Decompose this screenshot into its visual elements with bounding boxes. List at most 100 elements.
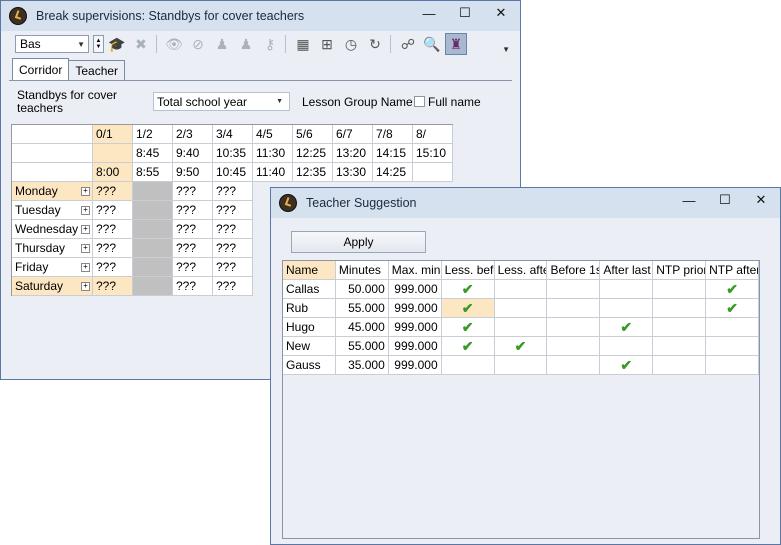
calculator-icon[interactable]: ▦	[292, 33, 314, 55]
period-combo[interactable]: Total school year ▼	[153, 92, 290, 111]
column-header-ntp-after[interactable]: NTP after	[706, 261, 760, 280]
day-label[interactable]: Tuesday +	[12, 201, 93, 220]
supervision-cell[interactable]: ???	[213, 258, 253, 277]
crop-icon[interactable]: ⊞	[316, 33, 338, 55]
minutes-cell[interactable]: 35.000	[335, 356, 389, 375]
criteria-cell[interactable]	[547, 299, 601, 318]
full-name-checkbox[interactable]	[414, 96, 425, 107]
period-header[interactable]: 2/3	[173, 125, 213, 144]
criteria-cell[interactable]: ✔	[441, 280, 495, 299]
eye-hidden-icon[interactable]: ⊘	[187, 33, 209, 55]
minutes-cell[interactable]: 55.000	[335, 337, 389, 356]
period-header[interactable]: 8/	[413, 125, 453, 144]
criteria-cell[interactable]	[494, 356, 548, 375]
expand-icon[interactable]: +	[81, 225, 90, 234]
column-header-ntp-prior[interactable]: NTP prior	[653, 261, 707, 280]
teacher-name-cell[interactable]: Callas	[283, 280, 336, 299]
supervision-cell[interactable]	[133, 201, 173, 220]
supervision-cell[interactable]: ???	[173, 258, 213, 277]
minimize-button[interactable]: —	[412, 1, 446, 25]
key-icon[interactable]: ⚷	[259, 33, 281, 55]
supervision-cell[interactable]	[133, 239, 173, 258]
supervision-cell[interactable]: ???	[173, 182, 213, 201]
clock-icon[interactable]: ◷	[340, 33, 362, 55]
criteria-cell[interactable]: ✔	[441, 299, 495, 318]
delete-x-icon[interactable]: ✖	[130, 33, 152, 55]
max-minutes-cell[interactable]: 999.000	[388, 337, 442, 356]
criteria-cell[interactable]	[547, 337, 601, 356]
period-header[interactable]: 1/2	[133, 125, 173, 144]
criteria-cell[interactable]	[494, 318, 548, 337]
criteria-cell[interactable]: ✔	[600, 356, 654, 375]
criteria-cell[interactable]	[653, 280, 707, 299]
table-row[interactable]: Rub 55.000 999.000 ✔ ✔	[283, 299, 760, 318]
teacher-name-cell[interactable]: Rub	[283, 299, 336, 318]
criteria-cell[interactable]: ✔	[600, 318, 654, 337]
criteria-cell[interactable]	[600, 299, 654, 318]
table-row[interactable]: New 55.000 999.000 ✔ ✔	[283, 337, 760, 356]
close-button[interactable]: ✕	[484, 1, 518, 25]
person-icon[interactable]: ♟	[211, 33, 233, 55]
column-header-lesson-after[interactable]: Less. afte	[494, 261, 548, 280]
teacher-suggestion-icon[interactable]: ♜	[445, 33, 467, 55]
day-label[interactable]: Monday +	[12, 182, 93, 201]
graduation-cap-icon[interactable]: 🎓	[106, 33, 128, 55]
title-bar[interactable]: Break supervisions: Standbys for cover t…	[1, 1, 520, 31]
supervision-cell[interactable]: ???	[93, 182, 133, 201]
period-header[interactable]: 5/6	[293, 125, 333, 144]
expand-icon[interactable]: +	[81, 206, 90, 215]
close-button[interactable]: ✕	[744, 188, 778, 212]
criteria-cell[interactable]	[706, 356, 760, 375]
minutes-cell[interactable]: 50.000	[335, 280, 389, 299]
criteria-cell[interactable]: ✔	[706, 299, 760, 318]
criteria-cell[interactable]	[653, 318, 707, 337]
criteria-cell[interactable]	[547, 280, 601, 299]
toolbar-overflow-icon[interactable]: ▼	[502, 45, 510, 54]
expand-icon[interactable]: +	[81, 244, 90, 253]
column-header-lesson-before[interactable]: Less. befo	[441, 261, 495, 280]
criteria-cell[interactable]	[600, 280, 654, 299]
max-minutes-cell[interactable]: 999.000	[388, 299, 442, 318]
criteria-cell[interactable]: ✔	[441, 337, 495, 356]
supervision-cell[interactable]: ???	[213, 220, 253, 239]
teacher-name-cell[interactable]: New	[283, 337, 336, 356]
column-header-name[interactable]: Name	[283, 261, 336, 280]
print-preview-icon[interactable]: 🔍	[421, 33, 443, 55]
teacher-name-cell[interactable]: Hugo	[283, 318, 336, 337]
tab-teacher[interactable]: Teacher	[69, 60, 126, 80]
supervision-cell[interactable]: ???	[213, 239, 253, 258]
period-header[interactable]: 4/5	[253, 125, 293, 144]
expand-icon[interactable]: +	[81, 187, 90, 196]
supervision-cell[interactable]: ???	[213, 182, 253, 201]
criteria-cell[interactable]: ✔	[706, 280, 760, 299]
table-row[interactable]: Callas 50.000 999.000 ✔ ✔	[283, 280, 760, 299]
minutes-cell[interactable]: 45.000	[335, 318, 389, 337]
day-label[interactable]: Friday +	[12, 258, 93, 277]
column-header-minutes[interactable]: Minutes	[335, 261, 389, 280]
spin-stepper[interactable]: ▲ ▼	[93, 35, 104, 53]
day-label[interactable]: Thursday +	[12, 239, 93, 258]
supervision-cell[interactable]: ???	[93, 258, 133, 277]
period-header[interactable]: 0/1	[93, 125, 133, 144]
expand-icon[interactable]: +	[81, 263, 90, 272]
supervision-cell[interactable]: ???	[213, 201, 253, 220]
criteria-cell[interactable]	[494, 299, 548, 318]
column-header-after-last[interactable]: After last	[600, 261, 654, 280]
criteria-cell[interactable]: ✔	[494, 337, 548, 356]
supervision-cell[interactable]: ???	[173, 220, 213, 239]
period-header[interactable]: 7/8	[373, 125, 413, 144]
tab-corridor[interactable]: Corridor	[12, 58, 70, 80]
day-label[interactable]: Wednesday +	[12, 220, 93, 239]
criteria-cell[interactable]	[706, 337, 760, 356]
supervision-cell[interactable]: ???	[93, 201, 133, 220]
maximize-button[interactable]: ☐	[448, 1, 482, 25]
title-bar[interactable]: Teacher Suggestion — ☐ ✕	[271, 188, 780, 218]
supervision-cell[interactable]: ???	[173, 201, 213, 220]
criteria-cell[interactable]	[494, 280, 548, 299]
supervision-cell[interactable]: ???	[213, 277, 253, 296]
max-minutes-cell[interactable]: 999.000	[388, 280, 442, 299]
supervision-cell[interactable]	[133, 182, 173, 201]
day-label[interactable]: Saturday +	[12, 277, 93, 296]
supervision-cell[interactable]: ???	[93, 239, 133, 258]
expand-icon[interactable]: +	[81, 282, 90, 291]
